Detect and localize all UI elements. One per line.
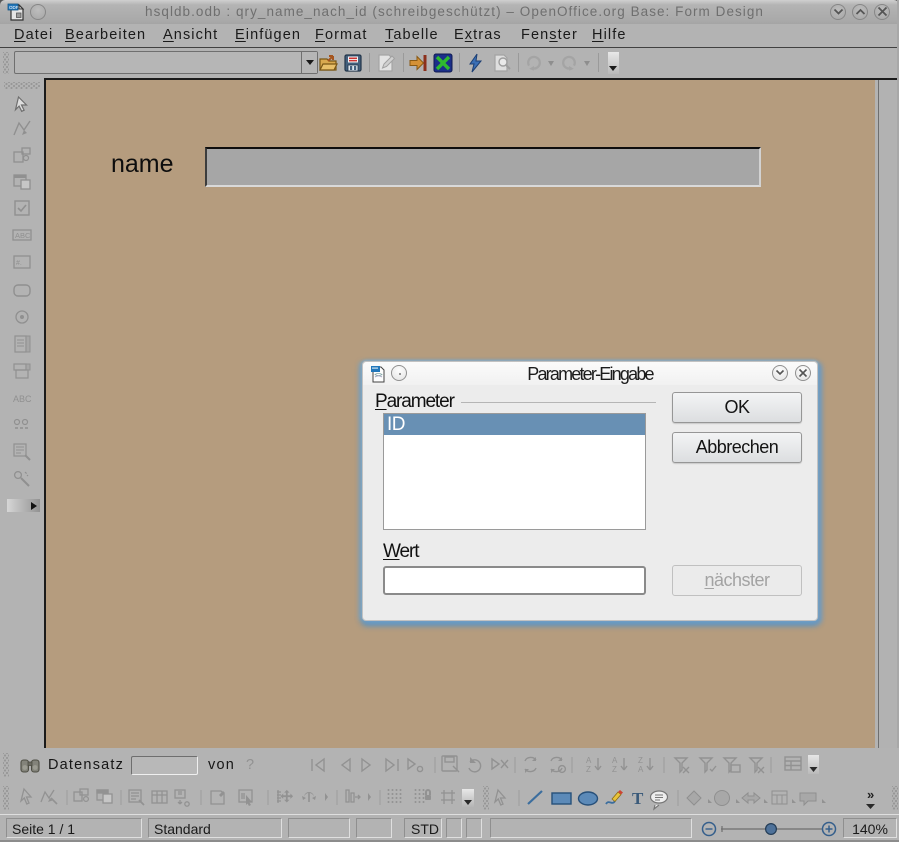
svg-text:ABC: ABC — [13, 394, 32, 404]
svg-text:»: » — [867, 787, 874, 802]
svg-text:A: A — [586, 756, 593, 765]
svg-text:A: A — [612, 756, 619, 765]
svg-text:ABC: ABC — [15, 231, 31, 240]
svg-text:T: T — [632, 789, 644, 808]
svg-text:A: A — [638, 765, 645, 774]
svg-text:Z: Z — [586, 765, 592, 774]
svg-text:Z: Z — [612, 765, 618, 774]
svg-text:Z: Z — [638, 756, 644, 765]
svg-text:#.: #. — [16, 260, 22, 267]
